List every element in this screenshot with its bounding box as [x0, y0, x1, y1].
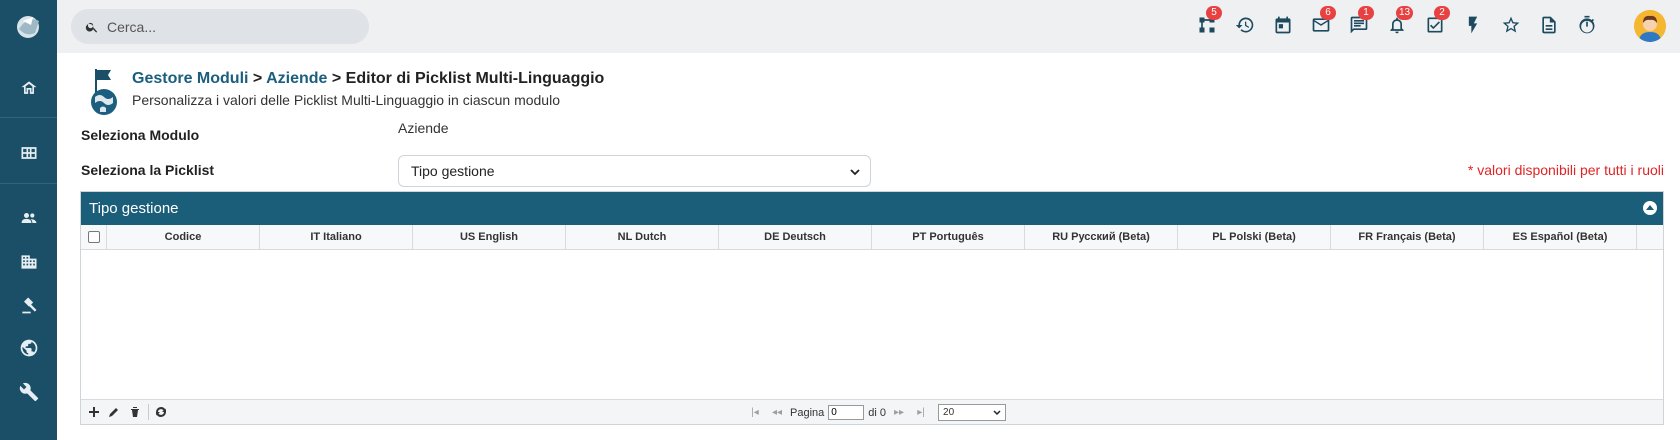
last-page-icon[interactable]: ▸|: [912, 407, 930, 418]
roles-note: * valori disponibili per tutti i ruoli: [1467, 162, 1664, 178]
chevron-down-icon: [850, 169, 860, 176]
home-icon: [21, 81, 36, 94]
chat-button[interactable]: 1: [1348, 6, 1374, 36]
globe-icon: [20, 339, 37, 357]
badge: 2: [1434, 6, 1450, 20]
page-count: di 0: [868, 406, 887, 419]
grid-icon: [21, 147, 36, 159]
module-value: Aziende: [398, 120, 449, 136]
chevron-down-icon: [993, 410, 1001, 416]
sidebar-divider: [0, 183, 57, 184]
bolt-icon: [1468, 16, 1478, 34]
page-title: Editor di Picklist Multi-Linguaggio: [345, 70, 605, 87]
history-button[interactable]: [1234, 14, 1256, 36]
badge: 6: [1320, 6, 1336, 20]
sidebar-item-companies[interactable]: [0, 242, 57, 282]
module-label: Seleziona Modulo: [81, 127, 200, 143]
sidebar-item-globe[interactable]: [0, 328, 57, 368]
timer-button[interactable]: [1576, 14, 1598, 36]
gavel-icon: [21, 297, 36, 314]
grid-footer: |◂ ◂◂ Pagina di 0 ▸▸ ▸| 20: [81, 399, 1663, 424]
document-icon: [1542, 16, 1556, 34]
column-header[interactable]: FR Français (Beta): [1331, 225, 1484, 249]
refresh-button[interactable]: [154, 405, 168, 419]
select-all-checkbox[interactable]: [81, 225, 107, 249]
plus-icon: [89, 407, 99, 417]
breadcrumb-link-companies[interactable]: Aziende: [266, 70, 327, 87]
edit-row-button[interactable]: [107, 405, 121, 419]
picklist-select-value: Tipo gestione: [411, 163, 495, 179]
avatar[interactable]: [1634, 10, 1666, 42]
tasks-button[interactable]: 2: [1424, 6, 1450, 36]
badge: 13: [1396, 6, 1414, 20]
sidebar-item-users[interactable]: [0, 198, 57, 238]
first-page-icon[interactable]: |◂: [746, 407, 764, 418]
wrench-icon: [19, 382, 38, 402]
calendar-icon: [1275, 16, 1291, 34]
page-input[interactable]: [828, 405, 865, 420]
breadcrumb: Gestore Moduli > Aziende > Editor di Pic…: [132, 70, 604, 88]
delete-row-button[interactable]: [128, 405, 142, 419]
grid-title-bar: Tipo gestione: [81, 192, 1663, 225]
search-icon: [85, 22, 98, 33]
badge: 5: [1206, 6, 1222, 20]
users-icon: [21, 213, 36, 223]
timer-icon: [1579, 15, 1595, 34]
sidebar-item-tools[interactable]: [0, 372, 57, 412]
picklist-select[interactable]: Tipo gestione: [398, 155, 871, 187]
favorites-button[interactable]: [1500, 14, 1522, 36]
sidebar: [0, 0, 57, 440]
badge: 1: [1358, 6, 1374, 20]
rows-per-page-value: 20: [943, 407, 955, 418]
column-header[interactable]: NL Dutch: [566, 225, 719, 249]
topbar: 5 6 1 13 2: [57, 0, 1680, 53]
picklist-label: Seleziona la Picklist: [81, 162, 215, 178]
sidebar-divider: [0, 117, 57, 118]
sidebar-item-grid[interactable]: [0, 133, 57, 173]
trash-icon: [131, 407, 139, 417]
multilanguage-flag-icon: [91, 69, 117, 115]
star-icon: [1502, 16, 1520, 33]
column-header[interactable]: RU Русский (Beta): [1025, 225, 1178, 249]
column-header[interactable]: IT Italiano: [260, 225, 413, 249]
mail-button[interactable]: 6: [1310, 6, 1336, 36]
notifications-button[interactable]: 13: [1386, 6, 1414, 36]
breadcrumb-separator: >: [248, 70, 267, 87]
page-subtitle: Personalizza i valori delle Picklist Mul…: [132, 92, 560, 108]
breadcrumb-link-module-manager[interactable]: Gestore Moduli: [132, 70, 248, 87]
building-icon: [21, 255, 36, 269]
footer-divider: [148, 404, 149, 420]
rows-per-page-select[interactable]: 20: [938, 404, 1007, 421]
user-avatar-icon: [1634, 10, 1666, 42]
history-icon: [1235, 17, 1254, 33]
search-input[interactable]: [107, 18, 347, 35]
quick-actions-button[interactable]: [1462, 14, 1484, 36]
sidebar-item-gavel[interactable]: [0, 285, 57, 325]
column-header[interactable]: PT Português: [872, 225, 1025, 249]
collapse-grid-icon[interactable]: [1643, 201, 1657, 215]
pager: |◂ ◂◂ Pagina di 0 ▸▸ ▸| 20: [746, 404, 1007, 421]
grid-body: [81, 250, 1663, 398]
column-header[interactable]: PL Polski (Beta): [1178, 225, 1331, 249]
calendar-button[interactable]: [1272, 14, 1294, 36]
pencil-icon: [109, 408, 118, 417]
grid-title: Tipo gestione: [89, 200, 179, 217]
add-row-button[interactable]: [87, 405, 101, 419]
page-label: Pagina: [790, 406, 825, 419]
column-header[interactable]: ES Español (Beta): [1484, 225, 1637, 249]
next-page-icon[interactable]: ▸▸: [890, 407, 908, 418]
breadcrumb-separator: >: [327, 70, 346, 87]
logo-icon[interactable]: [11, 11, 45, 41]
prev-page-icon[interactable]: ◂◂: [768, 407, 786, 418]
process-button[interactable]: 5: [1196, 6, 1222, 36]
picklist-grid: Tipo gestione Codice IT Italiano US Engl…: [80, 191, 1664, 425]
search-box[interactable]: [71, 9, 369, 44]
column-header[interactable]: Codice: [107, 225, 260, 249]
column-header[interactable]: DE Deutsch: [719, 225, 872, 249]
column-header[interactable]: US English: [413, 225, 566, 249]
grid-header-row: Codice IT Italiano US English NL Dutch D…: [81, 225, 1663, 250]
documents-button[interactable]: [1538, 14, 1560, 36]
refresh-icon: [156, 407, 166, 417]
sidebar-item-home[interactable]: [0, 68, 57, 108]
